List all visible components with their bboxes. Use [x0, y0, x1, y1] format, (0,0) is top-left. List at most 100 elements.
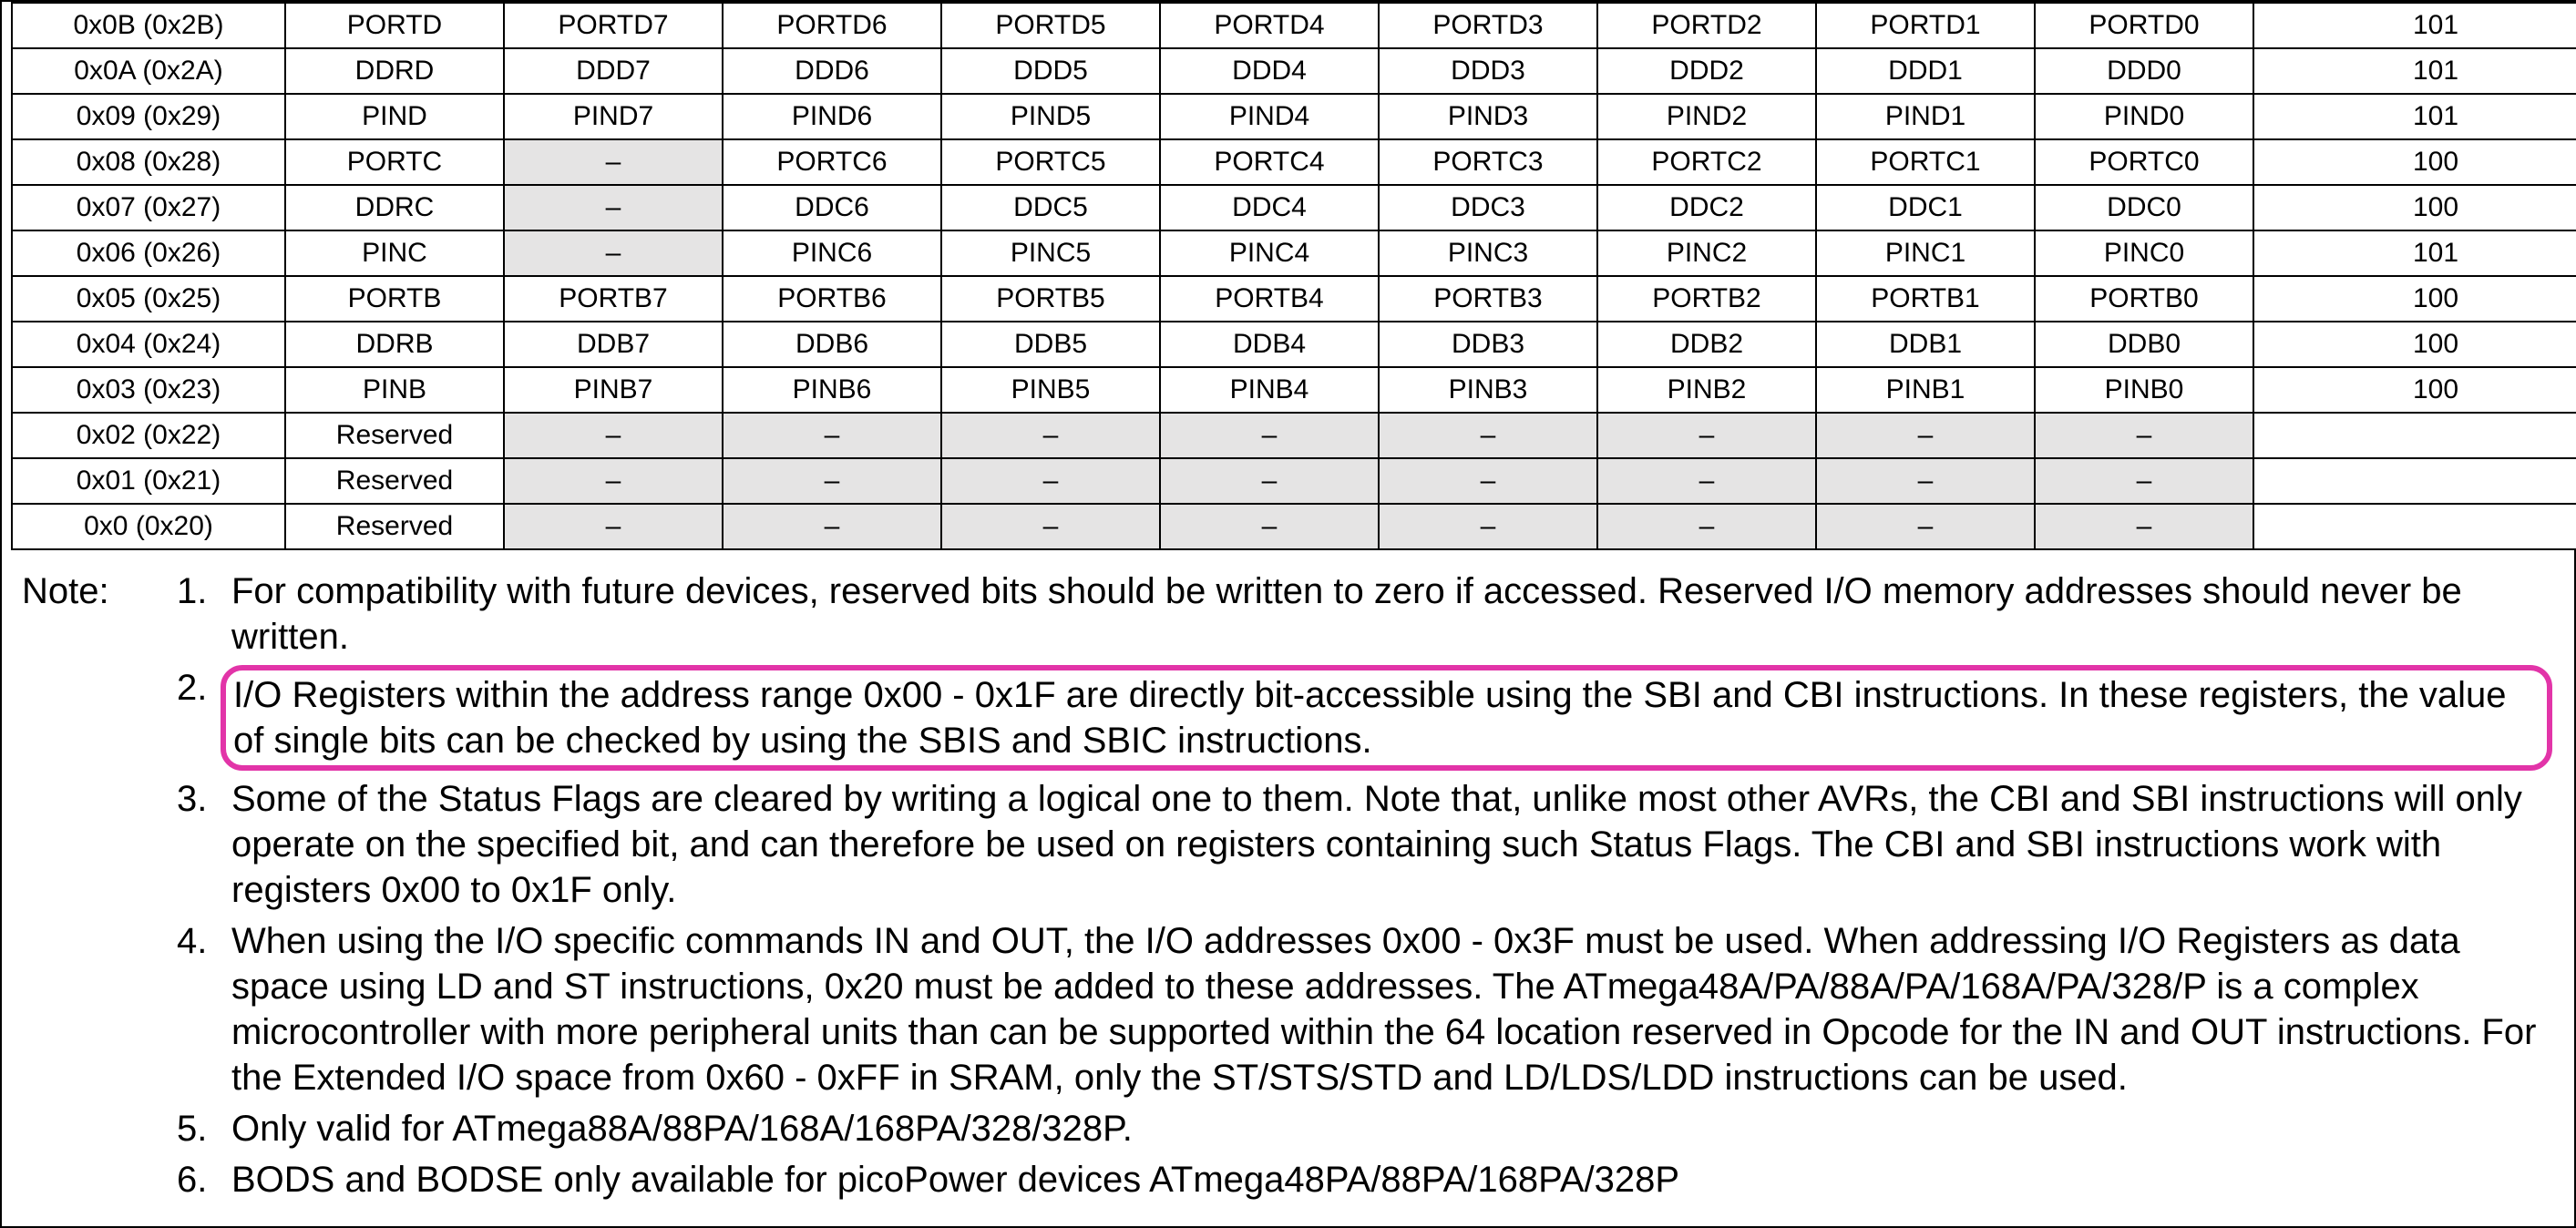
register-page: 100: [2253, 139, 2576, 185]
register-bit: PINB2: [1597, 367, 1816, 413]
register-name: PINC: [285, 230, 504, 276]
register-bit: PORTC1: [1816, 139, 2035, 185]
note-number: 5.: [177, 1106, 231, 1151]
register-bit: –: [1160, 504, 1379, 549]
register-bit: PORTC3: [1379, 139, 1597, 185]
table-row: 0x03 (0x23)PINBPINB7PINB6PINB5PINB4PINB3…: [12, 367, 2576, 413]
register-bit: PINB7: [504, 367, 723, 413]
register-name: PORTC: [285, 139, 504, 185]
register-bit: PORTD5: [941, 3, 1160, 48]
register-bit: –: [2035, 458, 2253, 504]
note-number: 4.: [177, 918, 231, 964]
register-address: 0x04 (0x24): [12, 322, 285, 367]
register-address: 0x05 (0x25): [12, 276, 285, 322]
register-bit: PORTC6: [723, 139, 941, 185]
register-address: 0x09 (0x29): [12, 94, 285, 139]
register-name: DDRB: [285, 322, 504, 367]
note-row: 4.When using the I/O specific commands I…: [22, 918, 2547, 1100]
table-row: 0x06 (0x26)PINC–PINC6PINC5PINC4PINC3PINC…: [12, 230, 2576, 276]
register-bit: PORTD6: [723, 3, 941, 48]
note-row: 3.Some of the Status Flags are cleared b…: [22, 776, 2547, 913]
register-bit: PORTB6: [723, 276, 941, 322]
register-bit: PORTD7: [504, 3, 723, 48]
register-bit: DDC1: [1816, 185, 2035, 230]
register-bit: DDC0: [2035, 185, 2253, 230]
register-bit: DDC2: [1597, 185, 1816, 230]
register-bit: –: [723, 458, 941, 504]
register-bit: –: [1816, 413, 2035, 458]
register-page: [2253, 504, 2576, 549]
register-name: PORTB: [285, 276, 504, 322]
register-name: PINB: [285, 367, 504, 413]
register-bit: –: [1816, 458, 2035, 504]
note-text: When using the I/O specific commands IN …: [231, 921, 2536, 1098]
register-bit: –: [1597, 504, 1816, 549]
register-name: PORTD: [285, 3, 504, 48]
register-page: 100: [2253, 322, 2576, 367]
datasheet-page: 0x0B (0x2B)PORTDPORTD7PORTD6PORTD5PORTD4…: [0, 0, 2576, 1228]
note-text-cell: Only valid for ATmega88A/88PA/168A/168PA…: [231, 1106, 2547, 1151]
register-bit: PORTB3: [1379, 276, 1597, 322]
register-page: 101: [2253, 3, 2576, 48]
table-row: 0x04 (0x24)DDRBDDB7DDB6DDB5DDB4DDB3DDB2D…: [12, 322, 2576, 367]
table-row: 0x0 (0x20)Reserved––––––––: [12, 504, 2576, 549]
register-bit: PIND3: [1379, 94, 1597, 139]
table-row: 0x01 (0x21)Reserved––––––––: [12, 458, 2576, 504]
register-bit: PINC1: [1816, 230, 2035, 276]
register-page: [2253, 413, 2576, 458]
register-bit: PORTB4: [1160, 276, 1379, 322]
register-bit: –: [1379, 504, 1597, 549]
register-bit: PINC3: [1379, 230, 1597, 276]
table-row: 0x02 (0x22)Reserved––––––––: [12, 413, 2576, 458]
register-bit: DDB0: [2035, 322, 2253, 367]
register-bit: PORTD4: [1160, 3, 1379, 48]
register-bit: PINB3: [1379, 367, 1597, 413]
register-bit: –: [1160, 413, 1379, 458]
register-bit: –: [1816, 504, 2035, 549]
register-bit: –: [504, 504, 723, 549]
table-row: 0x08 (0x28)PORTC–PORTC6PORTC5PORTC4PORTC…: [12, 139, 2576, 185]
register-bit: PINB6: [723, 367, 941, 413]
register-address: 0x03 (0x23): [12, 367, 285, 413]
note-number: 6.: [177, 1157, 231, 1202]
register-page: 100: [2253, 185, 2576, 230]
register-bit: DDB5: [941, 322, 1160, 367]
register-bit: –: [1160, 458, 1379, 504]
note-row: 2.I/O Registers within the address range…: [22, 665, 2547, 771]
register-bit: PIND0: [2035, 94, 2253, 139]
note-text: Only valid for ATmega88A/88PA/168A/168PA…: [231, 1109, 1133, 1149]
register-bit: PORTC0: [2035, 139, 2253, 185]
register-bit: PORTD3: [1379, 3, 1597, 48]
note-text-cell: When using the I/O specific commands IN …: [231, 918, 2547, 1100]
register-bit: –: [1597, 413, 1816, 458]
note-number: 3.: [177, 776, 231, 822]
register-bit: DDB7: [504, 322, 723, 367]
register-bit: DDC5: [941, 185, 1160, 230]
register-bit: –: [504, 413, 723, 458]
register-page: 100: [2253, 367, 2576, 413]
note-row: 6.BODS and BODSE only available for pico…: [22, 1157, 2547, 1202]
table-row: 0x07 (0x27)DDRC–DDC6DDC5DDC4DDC3DDC2DDC1…: [12, 185, 2576, 230]
note-text-cell: Some of the Status Flags are cleared by …: [231, 776, 2547, 913]
register-bit: DDD2: [1597, 48, 1816, 94]
register-bit: –: [2035, 504, 2253, 549]
register-bit: DDB4: [1160, 322, 1379, 367]
note-text: BODS and BODSE only available for picoPo…: [231, 1160, 1679, 1200]
highlight-box: I/O Registers within the address range 0…: [221, 665, 2552, 771]
register-bit: DDC3: [1379, 185, 1597, 230]
register-address: 0x0 (0x20): [12, 504, 285, 549]
register-bit: –: [941, 458, 1160, 504]
note-row: 5.Only valid for ATmega88A/88PA/168A/168…: [22, 1106, 2547, 1151]
register-bit: PINB5: [941, 367, 1160, 413]
register-name: DDRD: [285, 48, 504, 94]
register-bit: –: [1597, 458, 1816, 504]
register-bit: PORTB5: [941, 276, 1160, 322]
register-bit: PORTB0: [2035, 276, 2253, 322]
table-row: 0x09 (0x29)PINDPIND7PIND6PIND5PIND4PIND3…: [12, 94, 2576, 139]
note-number: 1.: [177, 568, 231, 614]
register-bit: PIND1: [1816, 94, 2035, 139]
note-label: Note:: [22, 568, 177, 614]
register-bit: PIND7: [504, 94, 723, 139]
register-bit: PINB0: [2035, 367, 2253, 413]
register-address: 0x0B (0x2B): [12, 3, 285, 48]
